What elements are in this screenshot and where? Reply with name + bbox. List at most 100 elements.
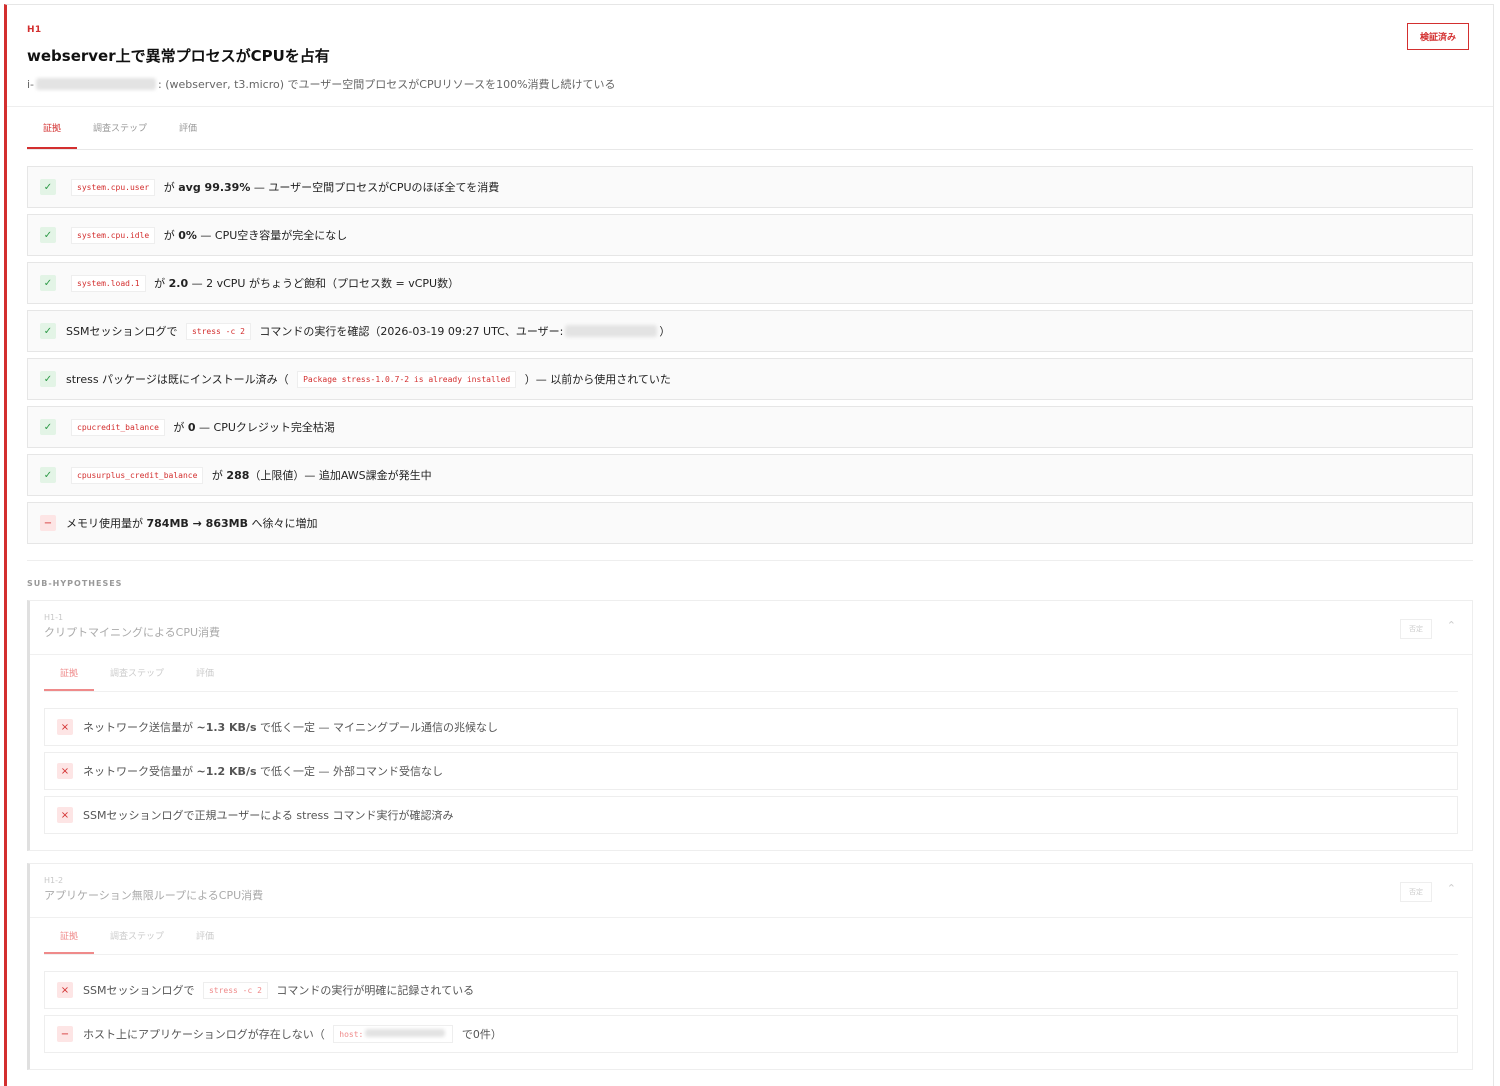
tab-investigation-steps[interactable]: 調査ステップ — [94, 918, 180, 954]
tab-evidence[interactable]: 証拠 — [27, 107, 78, 149]
host-query-code: host: — [333, 1025, 454, 1043]
section-divider — [27, 560, 1473, 561]
evidence-text: stress パッケージは既にインストール済み（ — [66, 373, 293, 386]
metric-code: cpucredit_balance — [71, 418, 165, 436]
sub-hypothesis-header[interactable]: H1-1 クリプトマイニングによるCPU消費 否定 ⌃ — [30, 601, 1472, 655]
evidence-value: 0 — [187, 420, 196, 434]
host-query-label: host: — [339, 1030, 364, 1039]
minus-icon: − — [57, 1026, 73, 1042]
sub-hypothesis-header[interactable]: H1-2 アプリケーション無限ループによるCPU消費 否定 ⌃ — [30, 864, 1472, 918]
tab-evaluation[interactable]: 評価 — [163, 107, 213, 149]
command-code: stress -c 2 — [185, 322, 251, 340]
metric-code: system.load.1 — [71, 274, 146, 292]
evidence-text: — 2 vCPU がちょうど飽和（プロセス数 = vCPU数） — [188, 277, 460, 290]
check-icon: ✓ — [40, 467, 56, 483]
evidence-item: × SSMセッションログで正規ユーザーによる stress コマンド実行が確認済… — [44, 796, 1458, 834]
tab-evaluation[interactable]: 評価 — [180, 918, 230, 954]
minus-icon: − — [40, 515, 56, 531]
evidence-item: ✓ cpusurplus_credit_balance が 288 （上限値）—… — [27, 454, 1473, 496]
chevron-up-icon[interactable]: ⌃ — [1447, 882, 1456, 895]
evidence-value: 288 — [226, 468, 250, 482]
evidence-list: ✓ system.cpu.user が avg 99.39% — ユーザー空間プ… — [27, 166, 1473, 544]
command-code: stress -c 2 — [202, 981, 268, 999]
evidence-text: が — [169, 421, 188, 434]
tab-evidence[interactable]: 証拠 — [44, 918, 95, 954]
subtitle-text: : (webserver, t3.micro) でユーザー空間プロセスがCPUリ… — [158, 78, 616, 91]
instance-id-prefix: i- — [27, 77, 35, 91]
evidence-item: × SSMセッションログで stress -c 2 コマンドの実行が明確に記録さ… — [44, 971, 1458, 1009]
tab-investigation-steps[interactable]: 調査ステップ — [77, 107, 163, 149]
status-badge-rejected[interactable]: 否定 — [1400, 882, 1432, 902]
hypothesis-tabs: 証拠 調査ステップ 評価 — [27, 107, 1473, 150]
chevron-up-icon[interactable]: ⌃ — [1447, 619, 1456, 632]
evidence-value: ~1.2 KB/s — [196, 764, 257, 778]
evidence-text: SSMセッションログで — [66, 325, 181, 338]
evidence-text: メモリ使用量が — [66, 517, 147, 530]
sub-hypothesis-card: H1-1 クリプトマイニングによるCPU消費 否定 ⌃ 証拠 調査ステップ 評価… — [27, 600, 1473, 851]
evidence-list: × ネットワーク送信量が ~1.3 KB/s で低く一定 — マイニングプール通… — [44, 708, 1458, 834]
evidence-text: ネットワーク受信量が — [83, 765, 197, 778]
hypothesis-card: H1 webserver上で異常プロセスがCPUを占有 i- : (webser… — [4, 4, 1494, 1086]
evidence-text: — CPUクレジット完全枯渇 — [195, 421, 335, 434]
evidence-value: 0% — [178, 228, 197, 242]
redacted-username — [565, 325, 658, 337]
evidence-text: が — [160, 229, 179, 242]
evidence-text: コマンドの実行が明確に記録されている — [272, 984, 475, 997]
evidence-item: × ネットワーク送信量が ~1.3 KB/s で低く一定 — マイニングプール通… — [44, 708, 1458, 746]
evidence-text: が — [208, 469, 227, 482]
hypothesis-id: H1 — [27, 25, 42, 35]
redacted-hostname — [365, 1029, 446, 1037]
evidence-item: ✓ cpucredit_balance が 0 — CPUクレジット完全枯渇 — [27, 406, 1473, 448]
evidence-text: ）— 以前から使用されていた — [521, 373, 671, 386]
sub-hypothesis-card: H1-2 アプリケーション無限ループによるCPU消費 否定 ⌃ 証拠 調査ステッ… — [27, 863, 1473, 1070]
evidence-item: − ホスト上にアプリケーションログが存在しない（ host: で0件） — [44, 1015, 1458, 1053]
evidence-text: SSMセッションログで — [83, 984, 198, 997]
evidence-text: ネットワーク送信量が — [83, 721, 197, 734]
evidence-text: — ユーザー空間プロセスがCPUのほぼ全てを消費 — [250, 181, 500, 194]
evidence-text: — CPU空き容量が完全になし — [196, 229, 348, 242]
evidence-text: が — [150, 277, 169, 290]
status-badge-verified[interactable]: 検証済み — [1406, 23, 1469, 50]
log-code: Package stress-1.0.7-2 is already instal… — [297, 370, 517, 388]
evidence-item: ✓ stress パッケージは既にインストール済み（ Package stres… — [27, 358, 1473, 400]
evidence-text: （上限値）— 追加AWS課金が発生中 — [249, 469, 432, 482]
evidence-text: コマンドの実行を確認（2026-03-19 09:27 UTC、ユーザー: — [255, 325, 564, 338]
cross-icon: × — [57, 807, 73, 823]
sub-hypothesis-tabs: 証拠 調査ステップ 評価 — [44, 655, 1458, 692]
sub-hypothesis-id: H1-2 — [44, 876, 64, 885]
hypothesis-title: webserver上で異常プロセスがCPUを占有 — [27, 47, 330, 65]
evidence-item: ✓ SSMセッションログで stress -c 2 コマンドの実行を確認（202… — [27, 310, 1473, 352]
status-badge-rejected[interactable]: 否定 — [1400, 619, 1432, 639]
cross-icon: × — [57, 719, 73, 735]
evidence-text: ） — [659, 325, 671, 338]
metric-code: cpusurplus_credit_balance — [71, 466, 204, 484]
evidence-value: 784MB → 863MB — [146, 516, 248, 530]
tab-evaluation[interactable]: 評価 — [180, 655, 230, 691]
check-icon: ✓ — [40, 419, 56, 435]
evidence-text: が — [160, 181, 179, 194]
evidence-text: へ徐々に増加 — [247, 517, 318, 530]
sub-hypothesis-tabs: 証拠 調査ステップ 評価 — [44, 918, 1458, 955]
evidence-value: avg 99.39% — [178, 180, 251, 194]
evidence-item: − メモリ使用量が 784MB → 863MB へ徐々に増加 — [27, 502, 1473, 544]
tab-investigation-steps[interactable]: 調査ステップ — [94, 655, 180, 691]
hypothesis-subtitle: i- : (webserver, t3.micro) でユーザー空間プロセスがC… — [27, 76, 1473, 92]
evidence-value: 2.0 — [168, 276, 189, 290]
cross-icon: × — [57, 982, 73, 998]
evidence-list: × SSMセッションログで stress -c 2 コマンドの実行が明確に記録さ… — [44, 971, 1458, 1053]
metric-code: system.cpu.user — [71, 178, 156, 196]
cross-icon: × — [57, 763, 73, 779]
evidence-text: SSMセッションログで正規ユーザーによる stress コマンド実行が確認済み — [83, 809, 454, 822]
sub-hypothesis-id: H1-1 — [44, 613, 64, 622]
metric-code: system.cpu.idle — [71, 226, 156, 244]
check-icon: ✓ — [40, 323, 56, 339]
tab-evidence[interactable]: 証拠 — [44, 655, 95, 691]
hypothesis-header: H1 webserver上で異常プロセスがCPUを占有 i- : (webser… — [7, 5, 1493, 107]
evidence-text: ホスト上にアプリケーションログが存在しない（ — [83, 1028, 329, 1041]
evidence-item: × ネットワーク受信量が ~1.2 KB/s で低く一定 — 外部コマンド受信な… — [44, 752, 1458, 790]
check-icon: ✓ — [40, 179, 56, 195]
check-icon: ✓ — [40, 275, 56, 291]
evidence-value: ~1.3 KB/s — [196, 720, 257, 734]
sub-hypothesis-title: クリプトマイニングによるCPU消費 — [44, 626, 221, 639]
evidence-text: で低く一定 — マイニングプール通信の兆候なし — [256, 721, 499, 734]
